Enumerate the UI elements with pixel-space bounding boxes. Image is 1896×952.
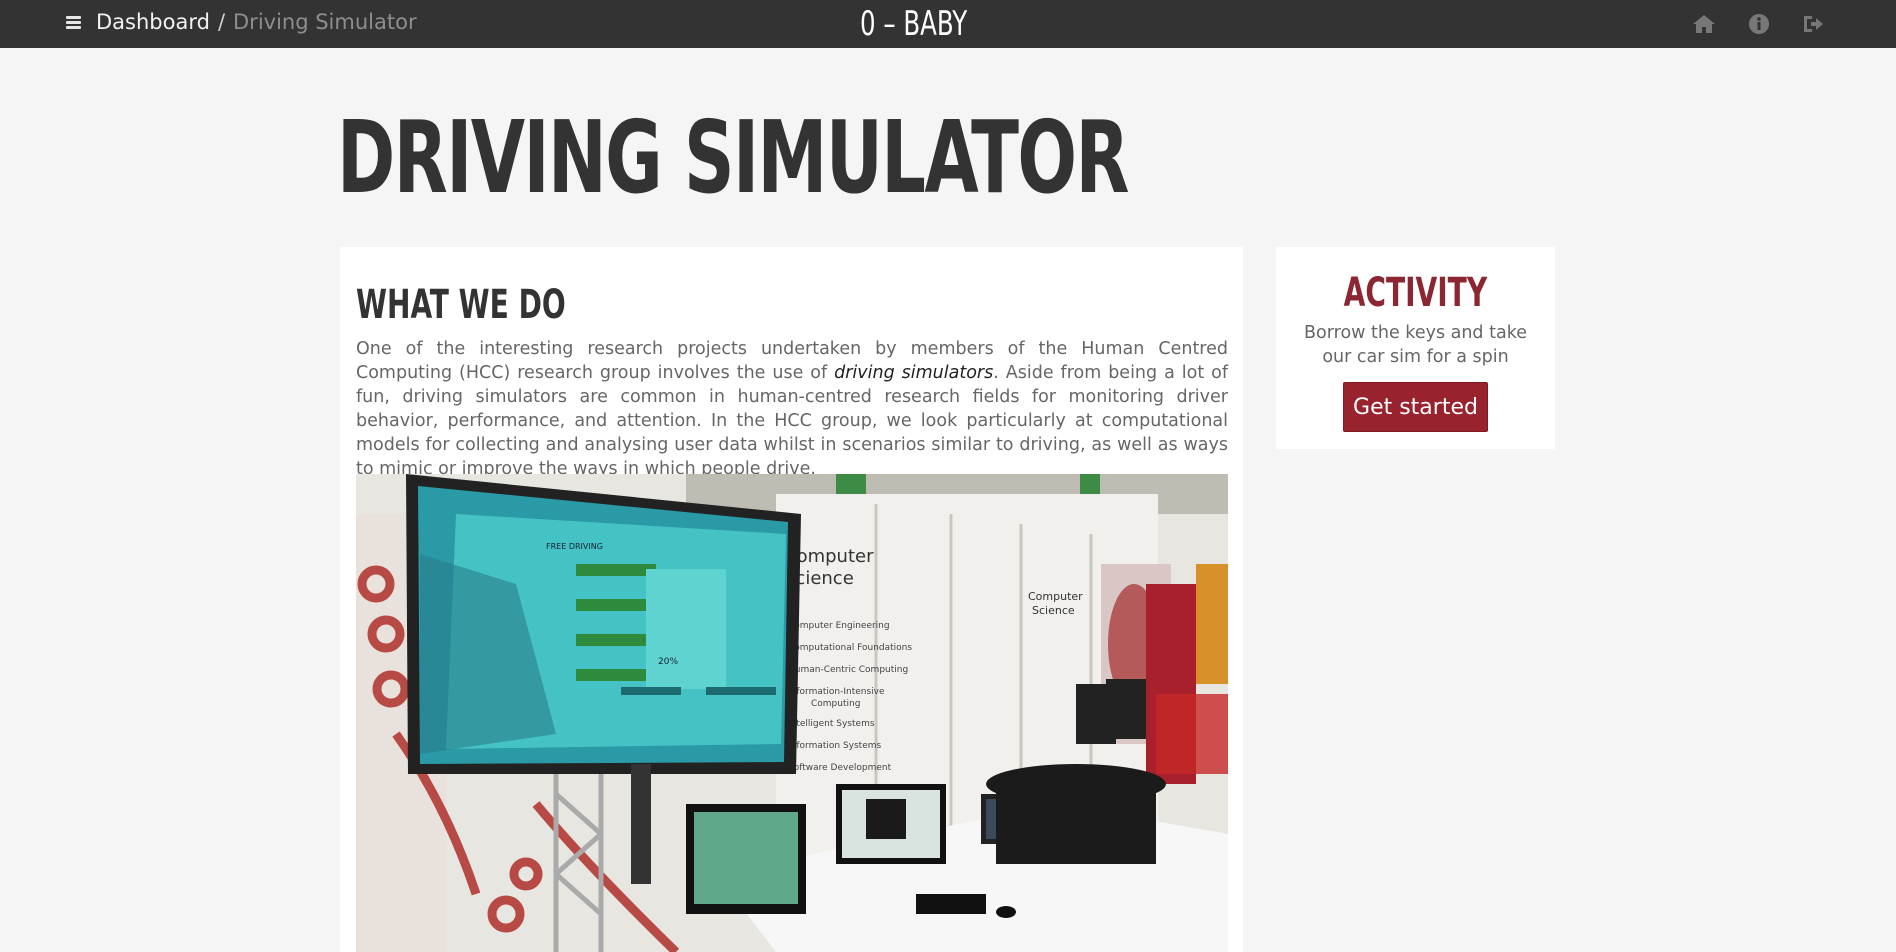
info-icon[interactable] [1747, 13, 1771, 35]
screen-heading: FREE DRIVING [546, 542, 603, 551]
photo-illustration: Computer Science Computer Engineering Co… [356, 474, 1228, 952]
screen-value: 20% [658, 657, 678, 667]
svg-text:Information-Intensive: Information-Intensive [788, 687, 885, 697]
activity-text: Borrow the keys and take our car sim for… [1304, 323, 1527, 367]
svg-text:Computer Engineering: Computer Engineering [788, 621, 890, 631]
get-started-button[interactable]: Get started [1343, 382, 1488, 432]
svg-text:Intelligent Systems: Intelligent Systems [788, 719, 875, 729]
top-navbar: Dashboard / Driving Simulator 0 – BABY [0, 0, 1896, 48]
svg-text:Computing: Computing [811, 699, 860, 709]
description-text: One of the interesting research projects… [356, 337, 1228, 481]
home-icon[interactable] [1692, 13, 1716, 35]
logout-icon[interactable] [1801, 13, 1825, 35]
driving-simulator-photo: Computer Science Computer Engineering Co… [356, 474, 1228, 952]
activity-title: ACTIVITY [1343, 270, 1488, 316]
svg-text:Software Development: Software Development [788, 763, 892, 773]
svg-text:Science: Science [1032, 604, 1075, 617]
section-title: WHAT WE DO [356, 282, 566, 328]
svg-text:Human-Centric Computing: Human-Centric Computing [788, 665, 908, 675]
svg-text:Information Systems: Information Systems [788, 741, 882, 751]
what-we-do-card: WHAT WE DO One of the interesting resear… [340, 247, 1243, 952]
description-emphasis: driving simulators [834, 363, 994, 383]
hamburger-menu-icon[interactable] [66, 16, 81, 29]
svg-text:Computer: Computer [1028, 590, 1083, 603]
brand-logo-text[interactable]: 0 – BABY [183, 0, 1645, 48]
activity-card: ACTIVITY Borrow the keys and take our ca… [1276, 247, 1555, 449]
svg-text:Computational Foundations: Computational Foundations [788, 643, 912, 653]
page-title: DRIVING SIMULATOR [337, 99, 1130, 216]
